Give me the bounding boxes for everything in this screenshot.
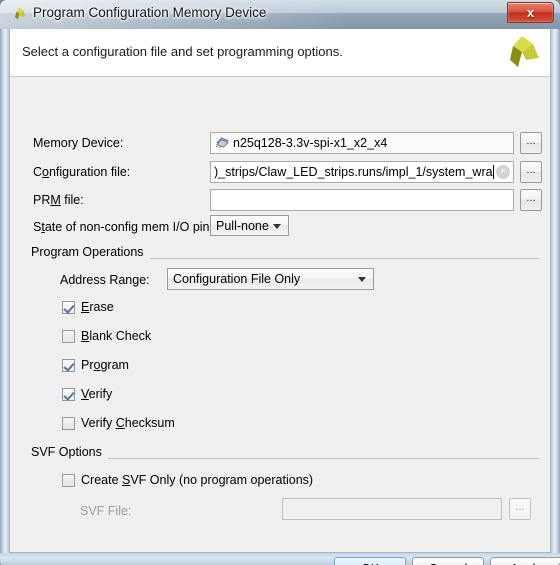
label-part-mnemonic: M — [50, 193, 61, 207]
prm-file-input[interactable] — [210, 189, 514, 211]
close-icon: x — [526, 5, 535, 20]
checkbox-box — [62, 329, 75, 343]
prm-file-browse-button[interactable]: ... — [520, 189, 542, 211]
banner-instruction: Select a configuration file and set prog… — [22, 44, 343, 59]
memory-device-field[interactable]: n25q128-3.3v-spi-x1_x2_x4 — [210, 132, 514, 154]
label-part-post: erify — [88, 387, 113, 401]
program-operations-title: Program Operations — [31, 245, 150, 259]
svf-file-label: SVF File: — [80, 504, 132, 518]
memory-chip-icon — [215, 137, 229, 149]
label-part-pre: Create — [81, 473, 122, 487]
xilinx-logo-icon — [510, 36, 539, 67]
clear-icon[interactable]: × — [496, 165, 510, 179]
checkbox-box — [62, 358, 75, 372]
header-banner: Select a configuration file and set prog… — [10, 29, 550, 77]
dialog-window: Program Configuration Memory Device x Se… — [0, 0, 560, 565]
ok-button[interactable]: OK — [334, 557, 406, 565]
address-range-select[interactable]: Configuration File Only — [167, 268, 374, 290]
label-part-post: gram — [100, 358, 129, 372]
state-pins-label: State of non-config mem I/O pins: — [33, 220, 219, 234]
label-part-post: nfiguration file: — [48, 165, 131, 179]
apply-button[interactable]: Apply — [490, 557, 560, 565]
checkbox-label: Create SVF Only (no program operations) — [81, 473, 313, 487]
configuration-file-label: Configuration file: — [33, 165, 130, 179]
checkbox-box — [62, 473, 75, 487]
configuration-file-value: )_strips/Claw_LED_strips.runs/impl_1/sys… — [214, 165, 493, 179]
label-part-mnemonic: C — [115, 416, 125, 430]
window-frame-left — [0, 0, 9, 565]
checkbox-box — [62, 416, 75, 430]
label-part-pre: Verify — [81, 416, 116, 430]
checkbox-verify[interactable]: Verify — [62, 387, 112, 401]
chevron-down-icon — [358, 277, 366, 282]
configuration-file-browse-button[interactable]: ... — [520, 161, 542, 183]
label-part-pre: Pr — [81, 358, 94, 372]
vivado-logo-icon — [15, 7, 26, 20]
address-range-label: Address Range: — [60, 273, 150, 287]
label-part-mnemonic: o — [42, 165, 49, 179]
svf-options-title: SVF Options — [31, 445, 108, 459]
label-part-post: file: — [60, 193, 84, 207]
close-button[interactable]: x — [507, 2, 554, 23]
svf-file-input — [282, 498, 502, 520]
checkbox-label: Verify Checksum — [81, 416, 175, 430]
memory-device-value: n25q128-3.3v-spi-x1_x2_x4 — [233, 136, 388, 150]
memory-device-browse-button[interactable]: ... — [520, 132, 542, 154]
address-range-value: Configuration File Only — [173, 272, 301, 286]
memory-device-label: Memory Device: — [33, 136, 124, 150]
label-part-pre: C — [33, 165, 43, 179]
checkbox-blank-check[interactable]: Blank Check — [62, 329, 151, 343]
svf-file-browse-button: ... — [509, 498, 531, 520]
label-part-pre: PR — [33, 193, 51, 207]
checkbox-create-svf-only[interactable]: Create SVF Only (no program operations) — [62, 473, 313, 487]
configuration-file-input[interactable]: )_strips/Claw_LED_strips.runs/impl_1/sys… — [210, 161, 514, 183]
chevron-down-icon — [273, 223, 281, 229]
checkbox-verify-checksum[interactable]: Verify Checksum — [62, 416, 175, 430]
text-caret — [493, 165, 494, 179]
checkbox-label: Program — [81, 358, 129, 372]
window-title: Program Configuration Memory Device — [33, 5, 267, 20]
checkbox-box — [62, 300, 75, 314]
cancel-button[interactable]: Cancel — [412, 557, 484, 565]
label-part-post: VF Only (no program operations) — [130, 473, 314, 487]
checkbox-label: Blank Check — [81, 329, 151, 343]
dialog-client: Select a configuration file and set prog… — [9, 29, 560, 565]
prm-file-label: PRM file: — [33, 193, 84, 207]
label-part-post: hecksum — [124, 416, 175, 430]
window-frame-right — [551, 0, 560, 565]
title-bar: Program Configuration Memory Device x — [0, 0, 560, 29]
checkbox-label: Erase — [81, 300, 114, 314]
checkbox-box — [62, 387, 75, 401]
checkbox-label: Verify — [81, 387, 112, 401]
checkbox-erase[interactable]: Erase — [62, 300, 114, 314]
checkbox-program[interactable]: Program — [62, 358, 129, 372]
label-part-post: ate of non-config mem I/O pins: — [44, 220, 220, 234]
label-part-post: lank Check — [89, 329, 152, 343]
state-pins-select[interactable]: Pull-none — [210, 215, 289, 236]
label-part-post: rase — [89, 300, 114, 314]
label-part-mnemonic: V — [81, 387, 89, 401]
state-pins-value: Pull-none — [216, 218, 269, 233]
